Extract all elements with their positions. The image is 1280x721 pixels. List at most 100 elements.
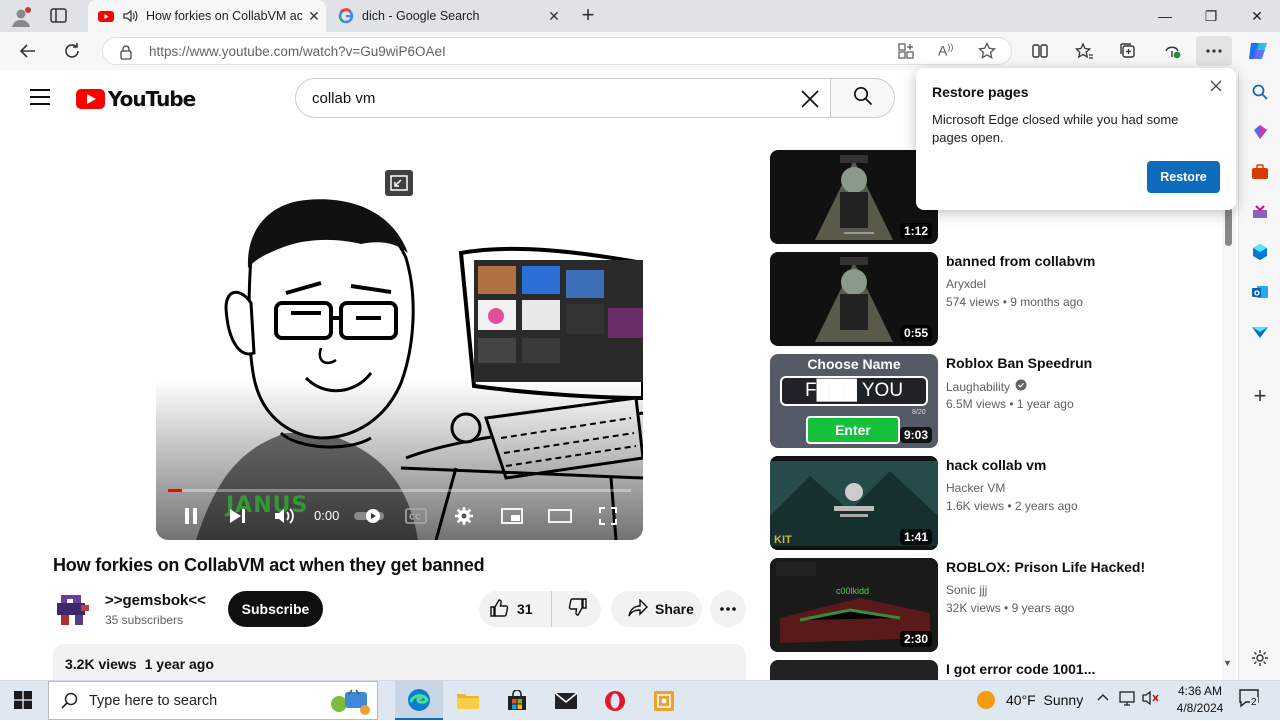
clear-search-icon[interactable] [796, 85, 824, 113]
recommendation-channel[interactable]: Sonic jjj [946, 583, 987, 597]
read-aloud-icon[interactable]: A)) [938, 42, 953, 59]
video-thumbnail[interactable]: KIT 1:41 [770, 456, 938, 550]
search-button[interactable] [831, 78, 895, 118]
recommendation-title[interactable]: banned from collabvm [946, 253, 1095, 269]
taskbar-search-box[interactable]: Type here to search [48, 681, 378, 720]
theater-mode-icon[interactable] [544, 502, 576, 530]
sidebar-settings-icon[interactable] [1250, 648, 1270, 668]
popup-close-icon[interactable] [1204, 74, 1228, 98]
next-video-icon[interactable] [222, 502, 254, 530]
video-thumbnail[interactable]: 0:55 [770, 252, 938, 346]
video-thumbnail[interactable]: 1:12 [770, 150, 938, 244]
taskbar-mail-icon[interactable] [542, 681, 590, 720]
weather-text[interactable]: 40°F Sunny [1006, 692, 1083, 708]
settings-gear-icon[interactable] [448, 502, 480, 530]
sidebar-outlook-icon[interactable]: O [1250, 282, 1270, 302]
network-icon[interactable] [1118, 690, 1136, 711]
miniplayer-icon[interactable] [496, 502, 528, 530]
recommendation-channel[interactable]: Aryxdel [946, 277, 986, 291]
close-window-icon[interactable]: ✕ [1234, 0, 1280, 32]
recommendation-title[interactable]: Roblox Ban Speedrun [946, 355, 1092, 371]
search-query[interactable]: collab vm [312, 90, 375, 107]
recommendation-channel[interactable]: Laughability [946, 379, 1027, 394]
restore-button[interactable]: Restore [1147, 161, 1220, 193]
sidebar-search-icon[interactable] [1250, 82, 1270, 102]
tab-close-icon[interactable]: ✕ [542, 8, 566, 25]
browser-essentials-icon[interactable] [1157, 36, 1187, 66]
speaker-icon[interactable] [122, 8, 138, 24]
video-thumbnail[interactable]: Choose Name F███ YOU 8/20 Enter 9:03 [770, 354, 938, 448]
pause-icon[interactable] [175, 502, 207, 530]
recommendation-channel[interactable]: Hacker VM [946, 481, 1005, 495]
taskbar-opera-icon[interactable] [591, 681, 639, 720]
scroll-down-arrow-icon[interactable]: ▼ [1223, 658, 1232, 668]
lock-icon[interactable] [119, 44, 133, 65]
progress-bar[interactable] [168, 489, 631, 492]
sidebar-games-icon[interactable] [1250, 202, 1270, 222]
app-available-icon[interactable] [898, 43, 914, 64]
tab-youtube[interactable]: How forkies on CollabVM act when they ge… [88, 0, 326, 32]
share-button[interactable]: Share [611, 591, 702, 627]
recommendation-title[interactable]: hack collab vm [946, 457, 1046, 473]
tab-google[interactable]: dich - Google Search ✕ [328, 0, 566, 32]
recommendation-title[interactable]: ROBLOX: Prison Life Hacked! [946, 559, 1145, 575]
more-actions-icon[interactable] [710, 591, 746, 627]
search-input[interactable]: collab vm [295, 78, 831, 118]
tab-close-icon[interactable]: ✕ [302, 8, 326, 25]
sidebar-drop-icon[interactable] [1250, 322, 1270, 342]
start-windows-icon[interactable] [14, 691, 32, 714]
weather-sun-icon[interactable] [976, 690, 996, 715]
collections-icon[interactable] [1113, 36, 1143, 66]
autoplay-toggle[interactable] [352, 502, 388, 530]
sidebar-tools-icon[interactable] [1250, 162, 1270, 182]
sidebar-add-icon[interactable]: + [1250, 383, 1270, 408]
sidebar-microsoft365-icon[interactable] [1250, 242, 1270, 262]
recommendation-item[interactable]: KIT 1:41 hack collab vm Hacker VM 1.6K v… [770, 456, 1230, 550]
channel-name[interactable]: >>gemsbok<< [105, 592, 206, 609]
copilot-icon[interactable] [1246, 40, 1270, 62]
url-text[interactable]: https://www.youtube.com/watch?v=Gu9wiP6O… [149, 44, 446, 59]
fullscreen-icon[interactable] [592, 502, 624, 530]
recommendation-item[interactable]: 0:55 banned from collabvm Aryxdel 574 vi… [770, 252, 1230, 346]
recommendation-item[interactable]: Choose Name F███ YOU 8/20 Enter 9:03 Rob… [770, 354, 1230, 448]
like-button[interactable]: 31 [479, 591, 552, 627]
refresh-icon[interactable] [57, 36, 87, 66]
hamburger-menu-icon[interactable] [30, 89, 50, 110]
taskbar-app-icon[interactable] [640, 681, 688, 720]
channel-avatar[interactable] [53, 591, 93, 627]
subscribe-button[interactable]: Subscribe [228, 591, 323, 627]
address-bar[interactable]: https://www.youtube.com/watch?v=Gu9wiP6O… [102, 37, 1012, 65]
miniplayer-exit-icon[interactable] [385, 170, 413, 196]
restore-window-icon[interactable]: ❐ [1188, 0, 1234, 32]
extensions-icon[interactable] [1025, 36, 1055, 66]
sidebar-shopping-icon[interactable] [1250, 122, 1270, 142]
profile-icon[interactable] [10, 6, 32, 28]
settings-more-icon[interactable] [1196, 36, 1232, 66]
taskbar-edge-icon[interactable] [395, 681, 443, 720]
minimize-window-icon[interactable]: — [1142, 0, 1188, 32]
taskbar-store-icon[interactable] [493, 681, 541, 720]
recommendation-item[interactable]: I got error code 1001... [770, 660, 1230, 680]
recommendation-title[interactable]: I got error code 1001... [946, 661, 1095, 677]
volume-icon[interactable] [269, 502, 301, 530]
add-favorite-star-icon[interactable] [977, 41, 997, 65]
volume-muted-icon[interactable] [1142, 690, 1160, 711]
new-tab-icon[interactable]: + [577, 4, 599, 27]
recommendation-item[interactable]: c00lkidd 2:30 ROBLOX: Prison Life Hacked… [770, 558, 1230, 652]
tray-chevron-icon[interactable] [1096, 690, 1110, 709]
thumb-enter-button: Enter [806, 416, 900, 444]
description-box[interactable]: 3.2K views 1 year ago [53, 644, 746, 684]
back-icon[interactable] [13, 36, 43, 66]
subtitles-icon[interactable]: CC [400, 502, 432, 530]
system-clock[interactable]: 4:36 AM 4/8/2024 [1168, 683, 1232, 717]
dislike-button[interactable] [555, 591, 601, 627]
video-thumbnail[interactable] [770, 660, 938, 680]
youtube-logo[interactable]: YouTube [76, 87, 196, 111]
video-thumbnail[interactable]: c00lkidd 2:30 [770, 558, 938, 652]
taskbar-file-explorer-icon[interactable] [444, 681, 492, 720]
video-player[interactable]: JANUS 0:00 CC [156, 148, 643, 540]
notification-center-icon[interactable]: 2 [1238, 688, 1262, 712]
favorites-icon[interactable] [1069, 36, 1099, 66]
like-dislike-group: 31 [479, 591, 601, 627]
tab-actions-icon[interactable] [50, 8, 68, 24]
